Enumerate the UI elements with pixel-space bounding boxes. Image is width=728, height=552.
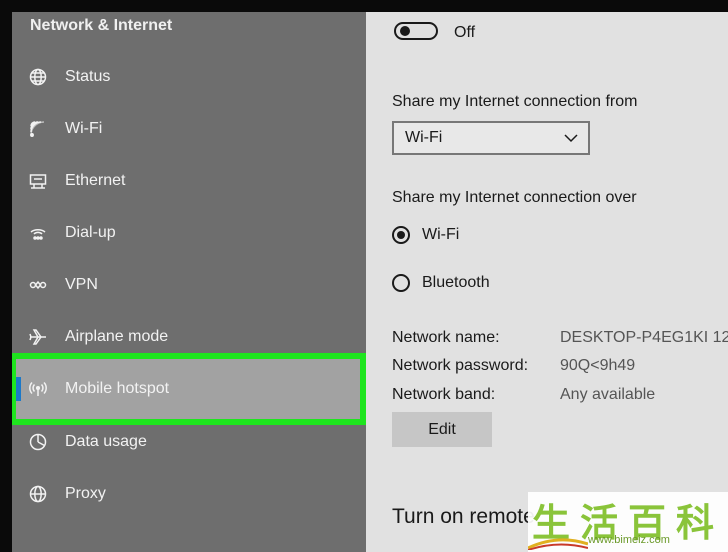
share-from-label: Share my Internet connection from	[392, 93, 638, 110]
sidebar-item-wifi[interactable]: Wi-Fi	[12, 109, 366, 149]
sidebar-item-vpn[interactable]: VPN	[12, 265, 366, 305]
globe-icon	[29, 68, 47, 86]
hotspot-toggle[interactable]	[394, 22, 438, 40]
airplane-icon	[29, 328, 47, 346]
share-over-label: Share my Internet connection over	[392, 189, 637, 206]
share-from-dropdown[interactable]: Wi-Fi	[392, 121, 590, 155]
sidebar-item-label: Status	[65, 68, 111, 85]
sidebar-item-label: Dial-up	[65, 224, 116, 241]
network-name-value: DESKTOP-P4EG1KI 1234	[560, 329, 728, 346]
network-name-label: Network name:	[392, 329, 500, 346]
sidebar-item-label: Proxy	[65, 485, 106, 502]
radio-button[interactable]	[392, 274, 410, 292]
sidebar-item-status[interactable]: Status	[12, 57, 366, 97]
radio-label: Wi-Fi	[422, 226, 460, 243]
hotspot-settings-panel: Off Share my Internet connection from Wi…	[366, 12, 728, 552]
sidebar-item-ethernet[interactable]: Ethernet	[12, 161, 366, 201]
settings-window: Network & Internet Status Wi-Fi Ethernet…	[12, 12, 728, 552]
toggle-state-label: Off	[454, 24, 476, 41]
swoosh-icon	[528, 538, 588, 550]
sidebar-item-data-usage[interactable]: Data usage	[12, 422, 366, 462]
network-band-label: Network band:	[392, 386, 496, 403]
sidebar-item-label: Mobile hotspot	[65, 380, 170, 397]
sidebar: Network & Internet Status Wi-Fi Ethernet…	[12, 12, 366, 552]
sidebar-item-label: Data usage	[65, 433, 147, 450]
watermark-url: www.bimeiz.com	[588, 534, 670, 546]
radio-wifi[interactable]: Wi-Fi	[392, 223, 459, 247]
sidebar-item-label: Airplane mode	[65, 328, 169, 345]
sidebar-item-label: Wi-Fi	[65, 120, 103, 137]
radio-label: Bluetooth	[422, 274, 490, 291]
network-password-label: Network password:	[392, 357, 529, 374]
edit-button[interactable]: Edit	[392, 412, 492, 447]
radio-bluetooth[interactable]: Bluetooth	[392, 271, 490, 295]
sidebar-item-proxy[interactable]: Proxy	[12, 474, 366, 514]
chevron-down-icon	[564, 134, 578, 143]
wifi-icon	[29, 120, 47, 138]
network-password-value: 90Q<9h49	[560, 357, 636, 374]
network-band-value: Any available	[560, 386, 656, 403]
toggle-knob	[400, 26, 410, 36]
radio-button[interactable]	[392, 226, 410, 244]
sidebar-item-mobile-hotspot[interactable]: Mobile hotspot	[12, 353, 366, 425]
data-usage-icon	[29, 433, 47, 451]
sidebar-item-airplane-mode[interactable]: Airplane mode	[12, 317, 366, 357]
ethernet-icon	[29, 172, 47, 190]
sidebar-item-dialup[interactable]: Dial-up	[12, 213, 366, 253]
vpn-icon	[29, 276, 47, 294]
sidebar-item-label: Ethernet	[65, 172, 126, 189]
globe-icon	[29, 485, 47, 503]
hotspot-icon	[29, 380, 47, 398]
dropdown-value: Wi-Fi	[405, 129, 443, 146]
dialup-icon	[29, 224, 47, 242]
remote-heading: Turn on remote	[392, 505, 535, 528]
watermark: 生 活 百 科 www.bimeiz.com	[528, 492, 728, 552]
selection-indicator	[16, 377, 21, 401]
sidebar-item-label: VPN	[65, 276, 98, 293]
sidebar-title: Network & Internet	[30, 17, 173, 34]
